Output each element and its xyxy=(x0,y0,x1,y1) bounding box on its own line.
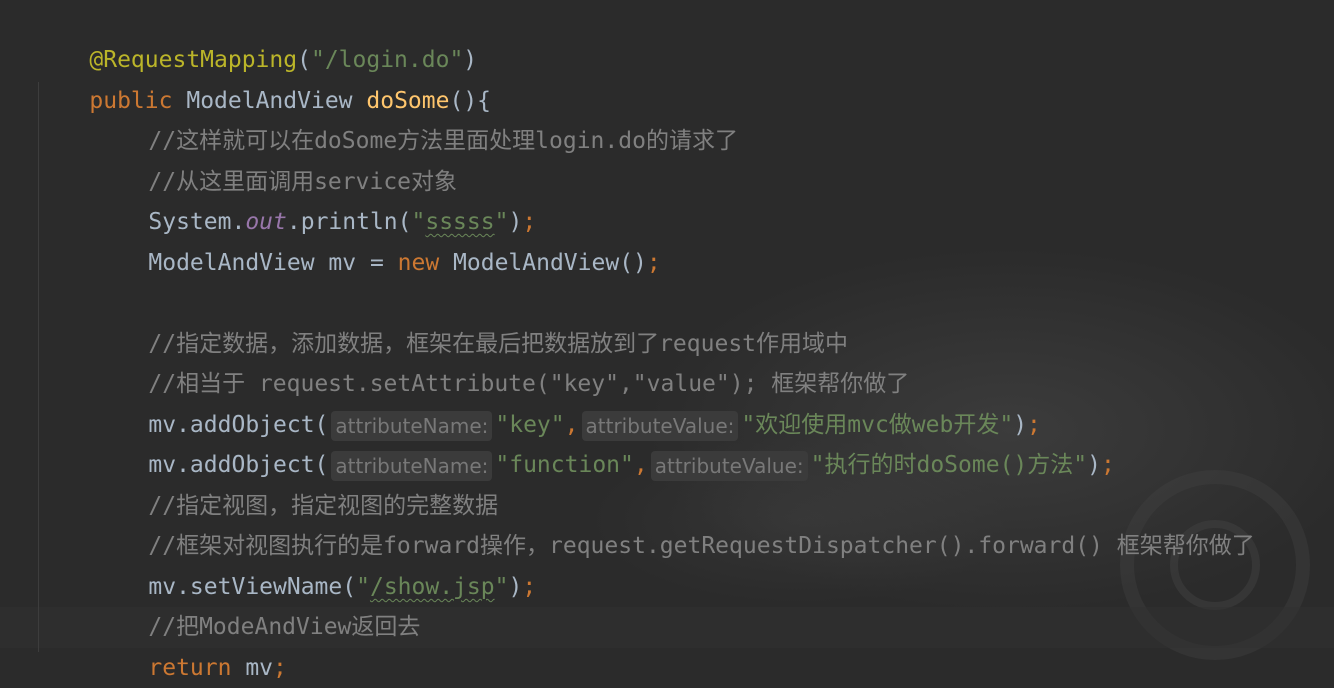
semicolon-token: ; xyxy=(522,574,537,600)
code-line-17[interactable]: } xyxy=(34,648,103,688)
comma-token: , xyxy=(633,452,648,478)
keyword-return: return xyxy=(148,655,232,681)
code-line-16[interactable]: return mv; xyxy=(34,608,287,681)
constructor-token: ModelAndView() xyxy=(439,250,647,276)
code-line-9[interactable]: //相当于 request.setAttribute("key","value"… xyxy=(34,324,909,397)
keyword-new: new xyxy=(397,250,440,276)
semicolon-token: ; xyxy=(646,250,661,276)
declaration-token: ModelAndView mv = xyxy=(148,250,398,276)
parameter-hint: attributeValue: xyxy=(650,450,808,481)
code-line-11[interactable]: mv.addObject(attributeName: "function", at… xyxy=(34,405,1115,481)
variable-token: mv xyxy=(231,655,274,681)
paren-token: ) xyxy=(508,574,523,600)
string-quote: " xyxy=(494,574,509,600)
string-token: "执行的时doSome()方法" xyxy=(810,452,1088,478)
code-line-2[interactable]: public ModelAndView doSome(){ xyxy=(34,41,491,114)
code-line-14[interactable]: mv.setViewName("/show.jsp"); xyxy=(34,527,536,600)
code-line-10[interactable]: mv.addObject(attributeName: "key", attribu… xyxy=(34,365,1041,441)
code-line-12[interactable]: //指定视图，指定视图的完整数据 xyxy=(34,446,498,519)
code-line-15[interactable]: //把ModeAndView返回去 xyxy=(34,567,420,640)
code-line-5[interactable]: System.out.println("sssss"); xyxy=(34,162,536,235)
semicolon-token: ; xyxy=(1100,452,1115,478)
semicolon-token: ; xyxy=(273,655,287,681)
code-line-4[interactable]: //从这里面调用service对象 xyxy=(34,122,457,195)
code-line-8[interactable]: //指定数据，添加数据，框架在最后把数据放到了request作用域中 xyxy=(34,284,848,357)
paren-token: ) xyxy=(1087,452,1101,478)
code-line-6[interactable]: ModelAndView mv = new ModelAndView(); xyxy=(34,203,660,276)
code-line-13[interactable]: //框架对视图执行的是forward操作，request.getRequestD… xyxy=(34,486,1254,559)
code-line-1[interactable]: @RequestMapping("/login.do") xyxy=(34,0,477,73)
string-token: "function" xyxy=(495,452,634,478)
code-editor[interactable]: @RequestMapping("/login.do") public Mode… xyxy=(0,0,1334,688)
code-line-3[interactable]: //这样就可以在doSome方法里面处理login.do的请求了 xyxy=(34,81,738,154)
